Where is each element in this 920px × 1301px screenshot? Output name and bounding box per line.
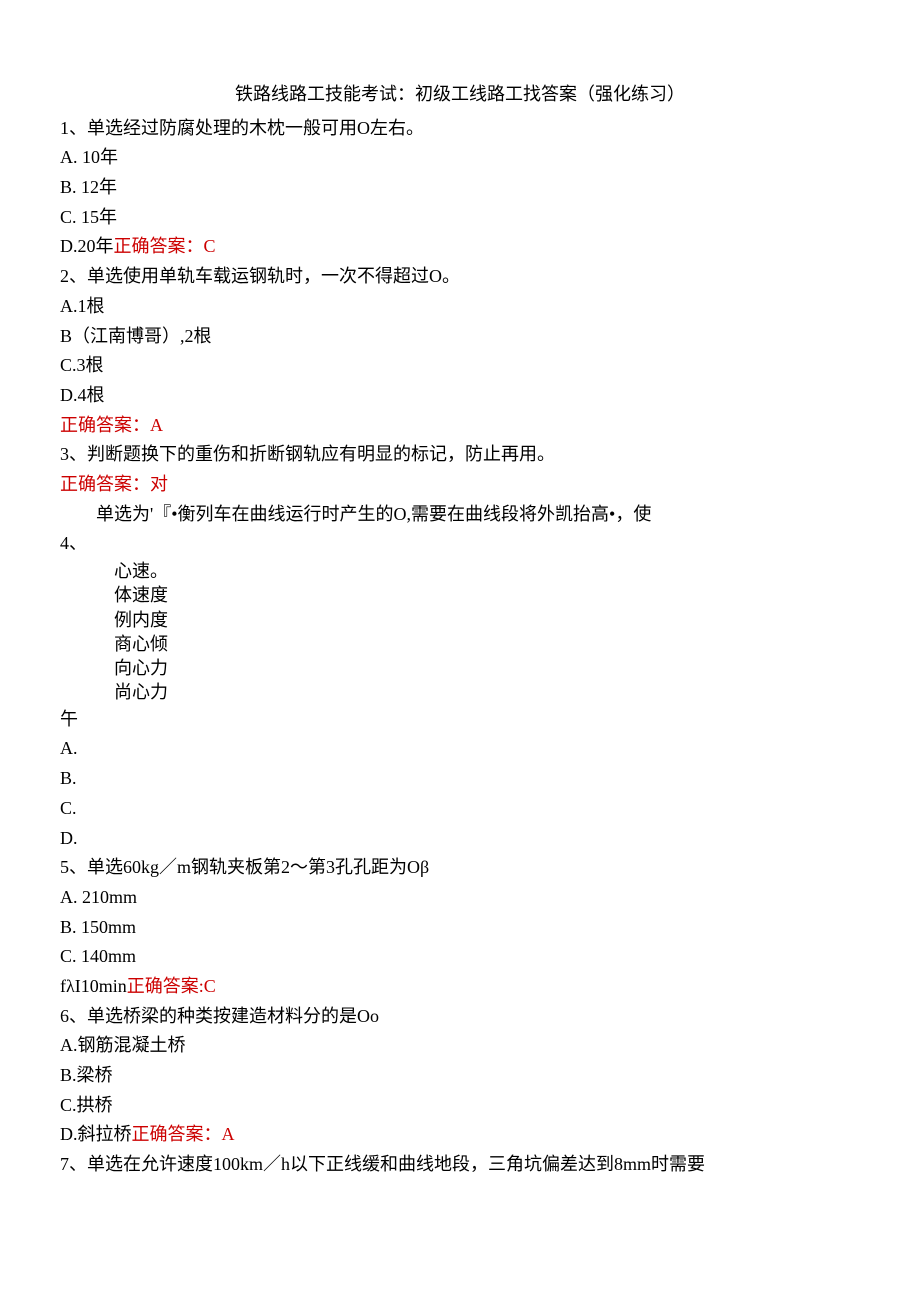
q2-stem: 2、单选使用单轨车载运钢轨时，一次不得超过O。 (60, 262, 860, 292)
q5-option-d-text: fλI10min (60, 976, 127, 996)
q1-stem: 1、单选经过防腐处理的木枕一般可用O左右。 (60, 114, 860, 144)
q1-answer: 正确答案：C (114, 236, 216, 256)
q4-option-a: A. (60, 734, 860, 764)
q4-vertical-text: 心速。 体速度 例内度 商心倾 向心力 尚心力 (60, 559, 860, 705)
q4-vline-5: 向心力 (114, 656, 860, 680)
q4-vline-4: 商心倾 (114, 632, 860, 656)
q5-option-d-line: fλI10min正确答案:C (60, 972, 860, 1002)
q6-option-c: C.拱桥 (60, 1091, 860, 1121)
q5-option-b: B. 150mm (60, 913, 860, 943)
q1-option-d-line: D.20年正确答案：C (60, 232, 860, 262)
q3-stem: 3、判断题换下的重伤和折断钢轨应有明显的标记，防止再用。 (60, 440, 860, 470)
q4-wu: 午 (60, 705, 860, 735)
q5-option-a: A. 210mm (60, 883, 860, 913)
q4-vline-1: 心速。 (114, 559, 860, 583)
q2-option-b: B（江南博哥）,2根 (60, 322, 860, 352)
q4-vline-2: 体速度 (114, 583, 860, 607)
q4-vline-6: 尚心力 (114, 680, 860, 704)
q6-answer: 正确答案：A (132, 1124, 235, 1144)
q2-option-c: C.3根 (60, 351, 860, 381)
q2-option-d: D.4根 (60, 381, 860, 411)
q1-option-b: B. 12年 (60, 173, 860, 203)
q1-option-d-text: D.20年 (60, 236, 114, 256)
q4-option-d: D. (60, 824, 860, 854)
q4-number: 4、 (60, 529, 860, 559)
document-title: 铁路线路工技能考试：初级工线路工找答案（强化练习） (60, 80, 860, 110)
q4-option-b: B. (60, 764, 860, 794)
q6-stem: 6、单选桥梁的种类按建造材料分的是Oo (60, 1002, 860, 1032)
q6-option-a: A.钢筋混凝土桥 (60, 1031, 860, 1061)
q5-answer: 正确答案:C (127, 976, 216, 996)
q4-option-c: C. (60, 794, 860, 824)
q4-vline-3: 例内度 (114, 608, 860, 632)
q1-option-a: A. 10年 (60, 143, 860, 173)
q7-stem: 7、单选在允许速度100km／h以下正线缓和曲线地段，三角坑偏差达到8mm时需要 (60, 1150, 860, 1180)
q1-option-c: C. 15年 (60, 203, 860, 233)
q6-option-d-line: D.斜拉桥正确答案：A (60, 1120, 860, 1150)
q2-option-a: A.1根 (60, 292, 860, 322)
q6-option-d-text: D.斜拉桥 (60, 1124, 132, 1144)
q3-answer: 正确答案：对 (60, 470, 860, 500)
q4-stem-line1: 单选为'『•衡列车在曲线运行时产生的O,需要在曲线段将外凯抬高•，使 (60, 500, 860, 530)
q6-option-b: B.梁桥 (60, 1061, 860, 1091)
q5-stem: 5、单选60kg／m钢轨夹板第2～第3孔孔距为Oβ (60, 853, 860, 883)
q5-option-c: C. 140mm (60, 942, 860, 972)
q2-answer: 正确答案：A (60, 411, 860, 441)
